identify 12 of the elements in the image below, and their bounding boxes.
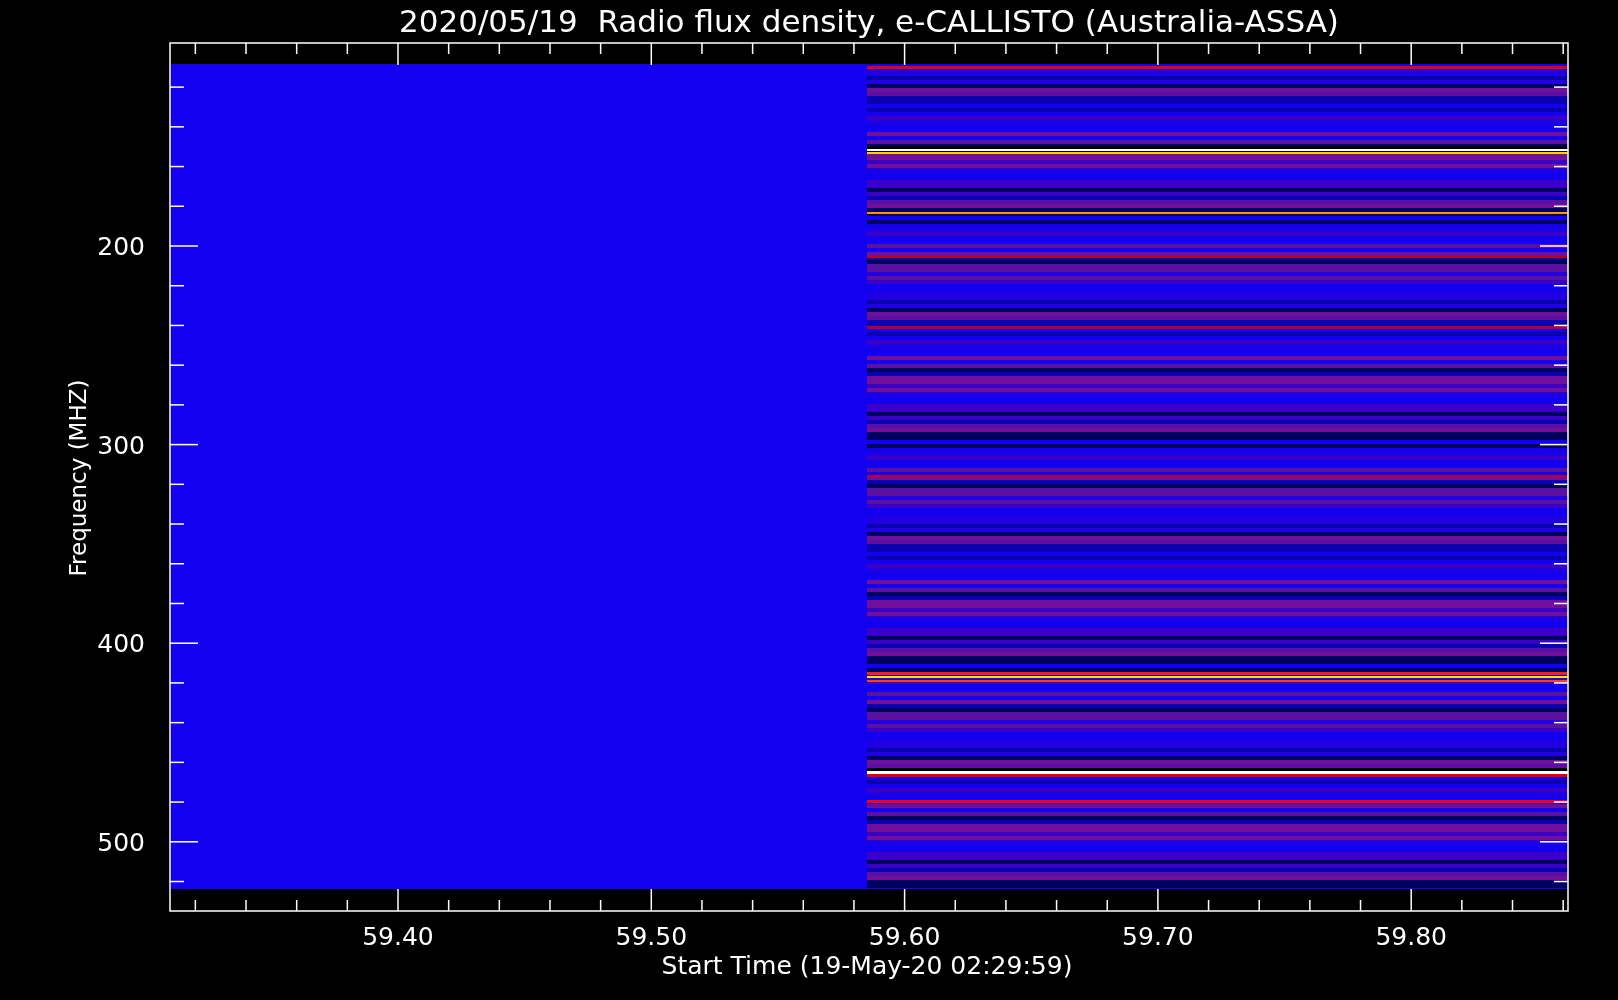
axis-label: Start Time (19-May-20 02:29:59) — [661, 951, 1073, 980]
tick-label: 59.40 — [362, 922, 434, 951]
tick-label: 200 — [97, 232, 145, 261]
chart-title: 2020/05/19 Radio flux density, e-CALLISTO (Australia-ASSA) — [399, 3, 1339, 39]
tick-label: 500 — [97, 827, 145, 857]
tick-label: 400 — [97, 629, 145, 659]
tick-label: 300 — [97, 430, 145, 460]
tick-label: 59.60 — [868, 922, 941, 951]
axis-label: Frequency (MHZ) — [65, 379, 91, 577]
tick-label: 59.70 — [1122, 922, 1194, 951]
tick-label: 59.50 — [615, 922, 688, 951]
tick-label: 59.80 — [1375, 922, 1447, 951]
